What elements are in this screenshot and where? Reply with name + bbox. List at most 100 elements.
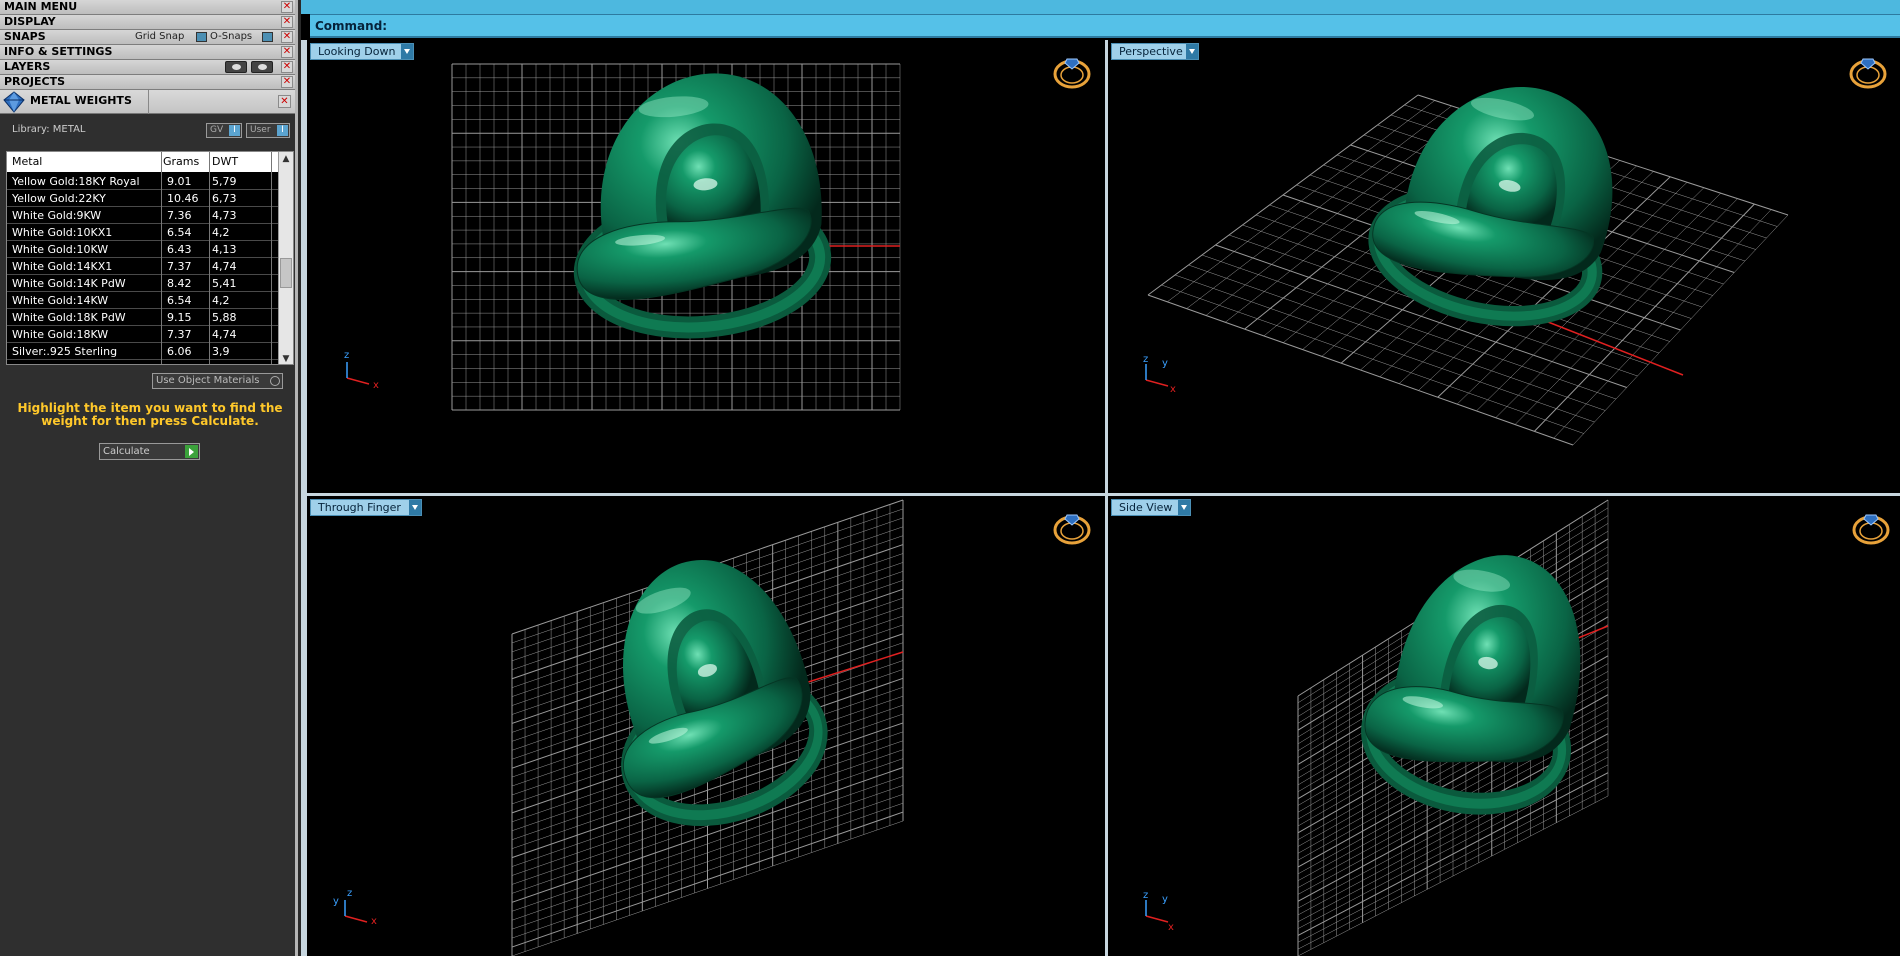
viewport-perspective[interactable]: z y x Perspective [1108, 40, 1900, 493]
close-icon[interactable]: ✕ [281, 31, 293, 43]
axis-label-y: y [1162, 358, 1168, 369]
cell-grams: 7.37 [167, 260, 192, 273]
col-dwt[interactable]: DWT [212, 155, 238, 168]
scroll-down-icon[interactable]: ▼ [279, 352, 293, 364]
table-scrollbar[interactable]: ▲ ▼ [278, 152, 293, 364]
menu-main[interactable]: MAIN MENU ✕ [0, 0, 295, 15]
cell-dwt: 5,79 [212, 175, 237, 188]
axis-gizmo: z y x [1143, 890, 1174, 933]
table-row[interactable]: Yellow Gold:22KY 10.46 6,73 [7, 190, 279, 207]
menu-projects-label: PROJECTS [4, 75, 65, 88]
cell-dwt: 4,13 [212, 243, 237, 256]
table-row[interactable]: White Gold:9KW 7.36 4,73 [7, 207, 279, 224]
workspace: Command: zx Looking Down zyx Perspective… [301, 0, 1900, 956]
metal-table[interactable]: Metal Grams DWT Yellow Gold:18KY Royal 9.… [6, 151, 294, 365]
scroll-thumb[interactable] [280, 258, 292, 288]
user-label: User [250, 125, 271, 135]
table-row[interactable]: Silver:.925 Sterling 6.06 3,9 [7, 343, 279, 360]
ring-icon [1053, 514, 1091, 545]
osnaps-toggle[interactable] [262, 32, 273, 42]
dropdown-arrow-icon[interactable] [409, 500, 421, 515]
cell-metal: White Gold:14KW [12, 294, 109, 307]
cell-metal: White Gold:10KX1 [12, 226, 113, 239]
viewport-scene[interactable]: z y x [1108, 40, 1900, 493]
library-row: Library: METAL GV I User I [0, 114, 295, 148]
dropdown-arrow-icon[interactable] [401, 44, 413, 59]
axis-label-z: z [1143, 354, 1148, 365]
table-row[interactable]: White Gold:14KX1 7.37 4,74 [7, 258, 279, 275]
dropdown-arrow-icon[interactable] [1178, 500, 1190, 515]
viewport-menu-bottom-left[interactable]: Through Finger [310, 499, 422, 516]
ring-model [1361, 555, 1581, 815]
viewport-title: Through Finger [318, 501, 401, 514]
close-icon[interactable]: ✕ [278, 95, 291, 108]
viewport-through-finger[interactable]: yz x Through Finger [307, 496, 1105, 956]
close-icon[interactable]: ✕ [281, 1, 293, 13]
viewport-looking-down[interactable]: zx Looking Down [307, 40, 1105, 493]
cell-grams: 6.43 [167, 243, 192, 256]
ring-icon [1852, 514, 1890, 545]
table-row[interactable]: White Gold:18KW 7.37 4,74 [7, 326, 279, 343]
viewport-menu-top-right[interactable]: Perspective [1111, 43, 1199, 60]
cell-metal: White Gold:18K PdW [12, 311, 126, 324]
close-icon[interactable]: ✕ [281, 46, 293, 58]
table-row[interactable]: White Gold:10KW 6.43 4,13 [7, 241, 279, 258]
play-icon[interactable] [185, 445, 198, 458]
col-metal[interactable]: Metal [12, 155, 42, 168]
table-row[interactable]: White Gold:10KX1 6.54 4,2 [7, 224, 279, 241]
col-grams[interactable]: Grams [163, 155, 199, 168]
close-icon[interactable]: ✕ [281, 16, 293, 28]
viewport-side-view[interactable]: z y x Side View [1108, 496, 1900, 956]
viewport-menu-bottom-right[interactable]: Side View [1111, 499, 1191, 516]
use-object-materials-toggle[interactable]: Use Object Materials [152, 373, 283, 389]
header-divider [148, 90, 149, 114]
table-row[interactable]: White Gold:14K PdW 8.42 5,41 [7, 275, 279, 292]
cell-metal: Silver:.925 Sterling [12, 345, 118, 358]
viewport-scene[interactable]: zx [307, 40, 1105, 493]
scroll-up-icon[interactable]: ▲ [279, 152, 293, 166]
menu-projects[interactable]: PROJECTS ✕ [0, 75, 295, 90]
gv-toggle[interactable]: GV I [206, 123, 242, 138]
grid-snap-toggle[interactable] [196, 32, 207, 42]
eye-icon[interactable] [225, 61, 247, 73]
axis-label-z: z [347, 888, 352, 899]
cell-metal: Yellow Gold:18KY Royal [12, 175, 140, 188]
table-row[interactable]: White Gold:14KW 6.54 4,2 [7, 292, 279, 309]
calculate-button[interactable]: Calculate [99, 443, 200, 460]
axis-label-x: x [1168, 922, 1174, 933]
cell-dwt: 4,2 [212, 226, 230, 239]
close-icon[interactable]: ✕ [281, 61, 293, 73]
command-top-strip [301, 0, 1900, 14]
viewport-scene[interactable]: yz x [307, 496, 1105, 956]
ring-icon [1053, 58, 1091, 89]
viewport-scene[interactable]: z y x [1108, 496, 1900, 956]
table-row[interactable]: White Gold:18K PdW 9.15 5,88 [7, 309, 279, 326]
menu-layers[interactable]: LAYERS ✕ [0, 60, 295, 75]
cell-grams: 7.37 [167, 328, 192, 341]
cell-metal: White Gold:9KW [12, 209, 102, 222]
cell-metal: Yellow Gold:22KY [12, 192, 106, 205]
axis-label-x: x [1170, 384, 1176, 395]
menu-snaps[interactable]: SNAPS Grid Snap O-Snaps ✕ [0, 30, 295, 45]
table-row[interactable]: Yellow Gold:18KY Royal 9.01 5,79 [7, 173, 279, 190]
cell-metal: White Gold:14K PdW [12, 277, 126, 290]
menu-info-settings[interactable]: INFO & SETTINGS ✕ [0, 45, 295, 60]
axis-label-y: y [1162, 894, 1168, 905]
close-icon[interactable]: ✕ [281, 76, 293, 88]
cell-grams: 9.15 [167, 311, 192, 324]
cell-metal: White Gold:10KW [12, 243, 109, 256]
axis-gizmo: z y x [1143, 354, 1176, 395]
viewport-title: Perspective [1119, 45, 1183, 58]
menu-display[interactable]: DISPLAY ✕ [0, 15, 295, 30]
viewport-menu-top-left[interactable]: Looking Down [310, 43, 414, 60]
cell-dwt: 4,74 [212, 328, 237, 341]
command-bar[interactable]: Command: [310, 14, 1900, 38]
radio-icon[interactable] [270, 376, 280, 386]
cell-grams: 6.54 [167, 294, 192, 307]
axis-label-x: x [371, 916, 377, 927]
eye-icon[interactable] [251, 61, 273, 73]
command-label: Command: [315, 19, 388, 33]
axis-gizmo: yz x [333, 888, 377, 927]
user-toggle[interactable]: User I [246, 123, 290, 138]
dropdown-arrow-icon[interactable] [1186, 44, 1198, 59]
